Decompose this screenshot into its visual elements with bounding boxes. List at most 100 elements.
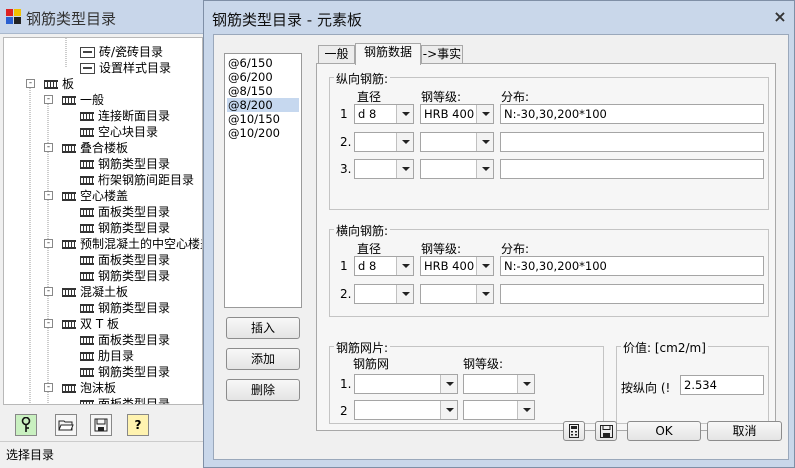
help-icon[interactable]: ? [127,414,149,436]
book-icon [44,79,58,89]
value-input[interactable]: 2.534 [680,375,764,395]
status-text: 选择目录 [6,448,55,462]
tree-item[interactable]: 钢筋类型目录 [80,268,170,284]
calculator-icon[interactable] [563,421,585,441]
distribution-input[interactable] [500,132,764,152]
close-icon[interactable]: × [770,7,790,27]
tree-item[interactable]: 混凝土板 [62,284,128,300]
tree-item[interactable]: 面板类型目录 [80,332,170,348]
grade-select[interactable] [463,374,535,394]
tab-general[interactable]: 一般 [318,45,355,64]
diameter-select[interactable]: d 8 [354,256,414,276]
save-icon[interactable] [90,414,112,436]
grade-select[interactable] [420,284,494,304]
list-item[interactable]: @6/150 [227,56,299,70]
chevron-down-icon[interactable] [476,257,493,275]
chevron-down-icon[interactable] [476,285,493,303]
tab-facts[interactable]: ->事实 [421,45,463,64]
tree-item[interactable]: 叠合楼板 [62,140,128,156]
tree-item-label: 肋目录 [98,349,135,363]
book-icon [62,383,76,393]
grade-select[interactable] [420,159,494,179]
chevron-down-icon[interactable] [396,105,413,123]
chevron-down-icon[interactable] [440,401,457,419]
cancel-button[interactable]: 取消 [707,421,782,441]
chevron-down-icon[interactable] [476,133,493,151]
delete-button[interactable]: 删除 [226,379,300,401]
add-button[interactable]: 添加 [226,348,300,370]
tree-item[interactable]: 肋目录 [80,348,134,364]
tree-item[interactable]: 面板类型目录 [80,252,170,268]
book-icon [80,399,94,404]
key-icon[interactable] [15,414,37,436]
list-item[interactable]: @6/200 [227,70,299,84]
list-item[interactable]: @8/150 [227,84,299,98]
tree-item[interactable]: 双 T 板 [62,316,119,332]
grade-select[interactable]: HRB 400 [420,256,494,276]
diameter-select[interactable]: d 8 [354,104,414,124]
tree-item[interactable]: 钢筋类型目录 [80,156,170,172]
chevron-down-icon[interactable] [517,401,534,419]
distribution-input[interactable]: N:-30,30,200*100 [500,256,764,276]
diameter-select[interactable] [354,159,414,179]
tree-item[interactable]: 设置样式目录 [80,60,171,76]
save-icon[interactable] [595,421,617,441]
diameter-header: 直径 [357,242,382,256]
tree-item-label: 双 T 板 [80,317,119,331]
distribution-input[interactable]: N:-30,30,200*100 [500,104,764,124]
tab-rebar-data[interactable]: 钢筋数据 [355,43,421,65]
tree-item[interactable]: 面板类型目录 [80,204,170,220]
tree-item[interactable]: 面板类型目录 [80,396,170,404]
chevron-down-icon[interactable] [476,105,493,123]
tree-item[interactable]: 钢筋类型目录 [80,220,170,236]
collapse-toggle[interactable]: - [44,239,53,248]
grade-select[interactable]: HRB 400 [420,104,494,124]
collapse-toggle[interactable]: - [44,143,53,152]
chevron-down-icon[interactable] [396,285,413,303]
collapse-toggle[interactable]: - [44,319,53,328]
tree-item[interactable]: 钢筋类型目录 [80,300,170,316]
chevron-down-icon[interactable] [396,257,413,275]
book-icon [62,191,76,201]
chevron-down-icon[interactable] [440,375,457,393]
tree-item[interactable]: 砖/瓷砖目录 [80,44,163,60]
collapse-toggle[interactable]: - [44,191,53,200]
rebar-spacing-list[interactable]: @6/150 @6/200 @8/150 @8/200 @10/150 @10/… [224,53,302,308]
tree-item[interactable]: 预制混凝土的中空心楼盖 [62,236,202,252]
collapse-toggle[interactable]: - [44,287,53,296]
tree-item[interactable]: 泡沫板 [62,380,116,396]
list-item-selected[interactable]: @8/200 [227,98,299,112]
tree-item[interactable]: 一般 [62,92,104,108]
tree-item[interactable]: 空心块目录 [80,124,158,140]
tree-item[interactable]: 空心楼盖 [62,188,128,204]
collapse-toggle[interactable]: - [44,95,53,104]
grade-select[interactable] [420,132,494,152]
chevron-down-icon[interactable] [396,160,413,178]
grade-select[interactable] [463,400,535,420]
tree-item-label: 面板类型目录 [98,205,171,219]
mesh-select[interactable] [354,400,458,420]
insert-button[interactable]: 插入 [226,317,300,339]
tree-item[interactable]: 板 [44,76,74,92]
tree-item-label: 钢筋类型目录 [98,221,171,235]
chevron-down-icon[interactable] [476,160,493,178]
mesh-select[interactable] [354,374,458,394]
diameter-select[interactable] [354,284,414,304]
tree-item[interactable]: 桁架钢筋间距目录 [80,172,194,188]
distribution-input[interactable] [500,284,764,304]
diameter-select[interactable] [354,132,414,152]
catalog-tree[interactable]: 砖/瓷砖目录 设置样式目录 - 板 - 一般 连接断面目录 空心块目录 - 叠合楼板 钢筋类型目录桁… [3,37,203,405]
tree-item[interactable]: 钢筋类型目录 [80,364,170,380]
collapse-toggle[interactable]: - [26,79,35,88]
tree-item-label: 桁架钢筋间距目录 [98,173,195,187]
chevron-down-icon[interactable] [396,133,413,151]
list-item[interactable]: @10/150 [227,112,299,126]
row-number: 2. [340,287,352,301]
ok-button[interactable]: OK [627,421,701,441]
distribution-input[interactable] [500,159,764,179]
chevron-down-icon[interactable] [517,375,534,393]
tree-item[interactable]: 连接断面目录 [80,108,170,124]
collapse-toggle[interactable]: - [44,383,53,392]
open-folder-icon[interactable] [55,414,77,436]
list-item[interactable]: @10/200 [227,126,299,140]
